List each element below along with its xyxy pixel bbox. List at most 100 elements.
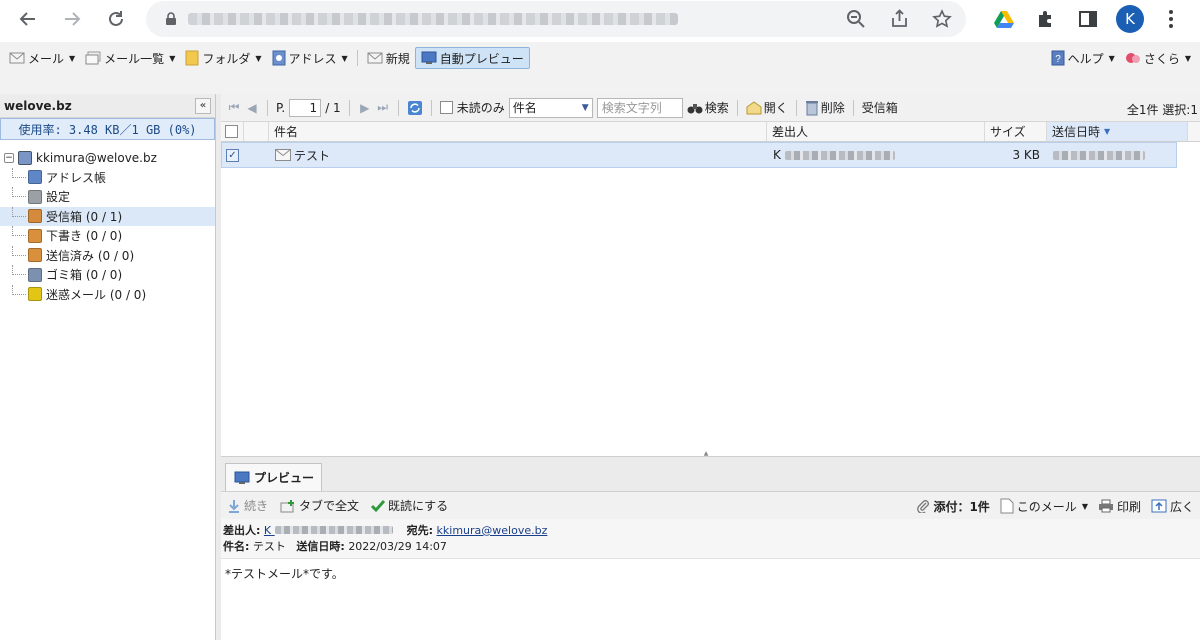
collapse-tree-icon[interactable]: − — [4, 152, 14, 163]
open-button[interactable]: 開く — [746, 99, 788, 116]
table-row[interactable]: ✓ テスト K 3 KB — [221, 142, 1177, 168]
extensions-icon[interactable] — [1036, 9, 1056, 29]
address-book-icon — [272, 50, 286, 66]
side-panel-icon[interactable] — [1078, 9, 1098, 29]
envelope-icon — [275, 149, 291, 161]
refresh-icon[interactable] — [407, 100, 423, 116]
reload-icon — [109, 11, 123, 26]
print-button[interactable]: 印刷 — [1098, 498, 1141, 515]
browser-toolbar: K — [0, 0, 1200, 40]
new-mail-button[interactable]: 新規 — [362, 47, 415, 69]
selection-summary: 全1件 選択:1 — [1126, 103, 1198, 117]
row-checkbox[interactable]: ✓ — [226, 148, 239, 162]
mail-grid-header: 件名 差出人 サイズ 送信日時 ▼ — [221, 122, 1200, 142]
delete-button[interactable]: 削除 — [805, 99, 845, 116]
column-subject[interactable]: 件名 — [269, 122, 767, 141]
column-from[interactable]: 差出人 — [767, 122, 985, 141]
forward-button[interactable] — [56, 3, 88, 35]
folder-menu[interactable]: フォルダ ▼ — [180, 47, 266, 69]
back-button[interactable] — [12, 3, 44, 35]
select-all-checkbox[interactable] — [225, 125, 238, 138]
preview-toolbar-right: 添付：1件 このメール ▼ 印刷 広く — [916, 492, 1194, 520]
mail-list-panel: ⏮ ◀ P. 1 / 1 ▶ ⏭ 未読のみ 件名 ▼ 検索文字列 検索 開く 削… — [221, 94, 1200, 640]
select-all-cell — [221, 122, 244, 141]
attachments-button[interactable]: 添付：1件 — [916, 498, 990, 515]
folder-icon — [185, 50, 199, 66]
gear-icon — [28, 189, 42, 204]
this-mail-label: このメール — [1016, 499, 1077, 514]
folder-tree: − kkimura@welove.bz アドレス帳設定受信箱 (0 / 1) 下書… — [0, 140, 215, 304]
trash-icon — [28, 267, 42, 282]
first-page-button[interactable]: ⏮ — [227, 100, 241, 115]
user-menu-label: さくら — [1143, 51, 1180, 66]
auto-preview-toggle[interactable]: 自動プレビュー — [414, 47, 530, 69]
envelope-icon — [367, 52, 383, 64]
mark-read-button[interactable]: 既読にする — [371, 497, 448, 514]
address-bar[interactable] — [146, 1, 966, 37]
mail-menu[interactable]: メール ▼ — [4, 47, 80, 69]
mail-list-menu[interactable]: メール一覧 ▼ — [80, 47, 180, 69]
column-date-label: 送信日時 — [1052, 125, 1101, 139]
page-number-input[interactable]: 1 — [289, 98, 322, 117]
sidebar-item[interactable]: 受信箱 (0 / 1) — [0, 206, 215, 226]
sidebar-item-label: 設定 — [46, 190, 71, 205]
sidebar-item-label: ゴミ箱 (0 / 0) — [46, 268, 123, 283]
header-line-1: 差出人: K 宛先: kkimura@welove.bz — [223, 523, 1198, 539]
sidebar-item[interactable]: ゴミ箱 (0 / 0) — [0, 265, 215, 285]
binoculars-icon — [687, 103, 703, 113]
column-date[interactable]: 送信日時 ▼ — [1047, 122, 1188, 141]
column-size[interactable]: サイズ — [985, 122, 1047, 141]
chevron-down-icon: ▼ — [341, 53, 348, 63]
sidebar-item-label: アドレス帳 — [46, 170, 107, 185]
chevron-down-icon: ▼ — [1081, 501, 1088, 511]
search-input[interactable]: 検索文字列 — [596, 97, 683, 118]
sidebar-item[interactable]: 下書き (0 / 0) — [0, 226, 215, 246]
full-text-tab-label: タブで全文 — [299, 499, 360, 513]
next-page-button[interactable]: ▶ — [358, 101, 372, 115]
to-link[interactable]: kkimura@welove.bz — [437, 524, 548, 537]
profile-avatar[interactable]: K — [1116, 5, 1144, 33]
more-menu-icon[interactable] — [1168, 9, 1174, 29]
redacted-from-address — [274, 526, 393, 534]
toolbar-divider — [430, 99, 432, 116]
collapse-sidebar-button[interactable]: « — [195, 97, 211, 114]
google-drive-icon[interactable] — [994, 10, 1014, 28]
address-menu[interactable]: アドレス ▼ — [267, 47, 353, 69]
from-link[interactable]: K — [264, 524, 393, 537]
search-field-select[interactable]: 件名 ▼ — [508, 97, 593, 118]
last-page-button[interactable]: ⏭ — [376, 100, 390, 115]
unread-only-checkbox[interactable] — [439, 101, 453, 114]
sidebar-item[interactable]: 設定 — [0, 187, 215, 207]
search-field-value: 件名 — [512, 101, 537, 115]
this-mail-menu[interactable]: このメール ▼ — [1000, 498, 1088, 515]
bookmark-star-icon[interactable] — [932, 9, 952, 29]
open-label: 開く — [763, 101, 788, 115]
continue-button[interactable]: 続き — [227, 497, 268, 514]
help-icon: ? — [1051, 50, 1065, 66]
chevron-down-icon: ▼ — [1184, 53, 1191, 63]
sidebar-item-label: 受信箱 (0 / 1) — [46, 209, 123, 224]
prev-page-button[interactable]: ◀ — [245, 101, 259, 115]
sidebar-item[interactable]: アドレス帳 — [0, 167, 215, 188]
zoom-icon[interactable] — [846, 9, 866, 29]
share-icon[interactable] — [890, 9, 910, 29]
row-from-initial: K — [773, 148, 781, 162]
sidebar-item[interactable]: 迷惑メール (0 / 0) — [0, 284, 215, 305]
search-button[interactable]: 検索 — [687, 99, 729, 116]
open-full-text-tab-button[interactable]: タブで全文 — [280, 497, 359, 514]
user-menu[interactable]: さくら ▼ — [1120, 47, 1196, 69]
svg-text:?: ? — [1055, 54, 1061, 65]
sidebar-item[interactable]: 送信済み (0 / 0) — [0, 245, 215, 266]
tab-preview[interactable]: プレビュー — [225, 463, 322, 491]
address-book-icon — [28, 170, 42, 185]
monitor-icon — [421, 51, 437, 64]
blurred-url — [188, 13, 678, 25]
row-select-cell: ✓ — [222, 143, 245, 167]
account-node[interactable]: − kkimura@welove.bz — [0, 148, 215, 168]
toolbar-divider — [348, 99, 350, 116]
expand-button[interactable]: 広く — [1151, 498, 1194, 515]
reload-button[interactable] — [100, 3, 132, 35]
help-menu[interactable]: ? ヘルプ ▼ — [1046, 47, 1120, 69]
unread-only-label: 未読のみ — [456, 101, 505, 115]
app-menu-bar: メール ▼ メール一覧 ▼ フォルダ ▼ アドレス ▼ 新規 自動プレビュー ? ヘルプ… — [0, 42, 1200, 74]
